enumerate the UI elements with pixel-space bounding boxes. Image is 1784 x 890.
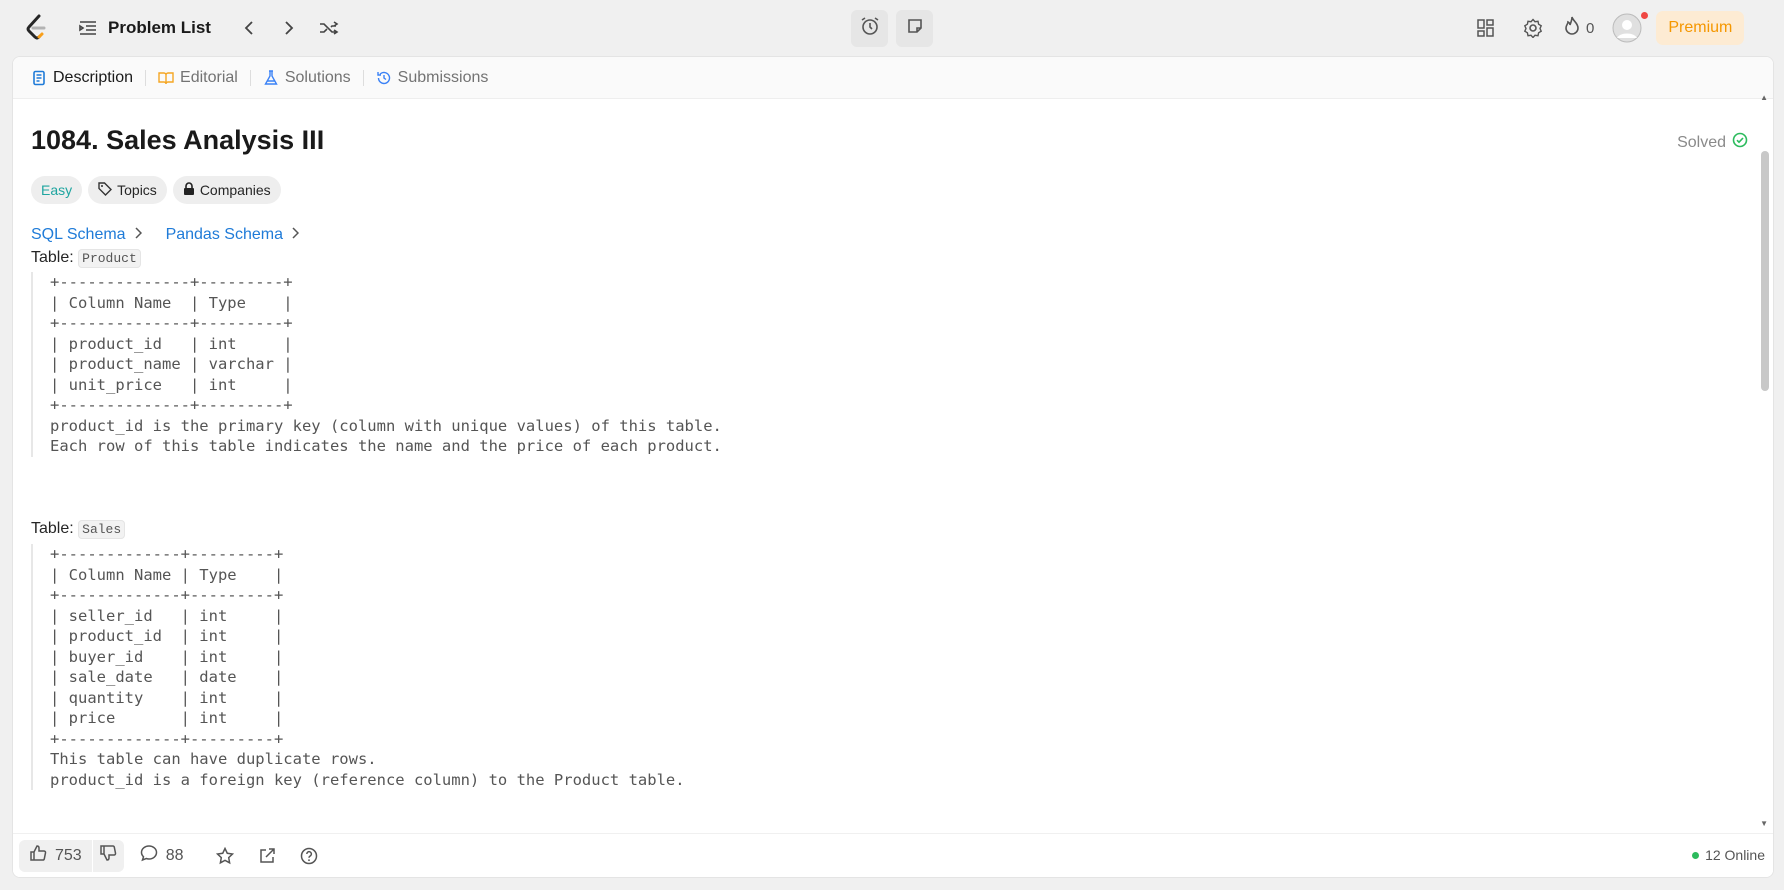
chevron-right-icon [134,226,142,244]
table-product-label: Table: Product [31,249,141,268]
tab-divider [145,69,147,86]
scroll-up-arrow[interactable]: ▲ [1760,93,1768,102]
problem-content: 1084. Sales Analysis III Solved Easy Top… [13,100,1758,835]
problem-list-link[interactable]: Problem List [108,18,211,38]
companies-label: Companies [199,182,271,198]
problem-title: 1084. Sales Analysis III [31,125,325,155]
streak-count: 0 [1586,19,1595,37]
alarm-clock-icon [860,16,880,41]
description-panel: Description Editorial Solutions Submissi… [12,56,1774,878]
tab-solutions-label: Solutions [284,68,351,86]
sql-schema-link[interactable]: SQL Schema [31,226,142,244]
chevron-right-icon [291,226,300,244]
streak-counter[interactable]: 0 [1564,16,1594,40]
notification-dot [1641,12,1649,19]
check-circle-icon [1732,132,1748,153]
dislike-button[interactable] [91,839,124,872]
top-navbar: Problem List 0 Premium [0,0,1784,56]
like-button[interactable]: 753 [19,840,92,872]
tab-editorial[interactable]: Editorial [154,69,242,87]
sales-table-schema: +-------------+---------+ | Column Name … [31,544,685,790]
timer-button[interactable] [851,10,888,47]
online-indicator: 12 Online [1692,847,1765,863]
pandas-schema-label: Pandas Schema [165,226,283,243]
solved-status: Solved [1677,132,1748,153]
tab-submissions[interactable]: Submissions [372,69,493,87]
tag-icon [98,181,117,199]
avatar[interactable] [1612,12,1649,43]
flask-icon [263,69,279,86]
tab-divider [249,69,251,86]
shuffle-icon[interactable] [313,13,345,43]
table-sales-label: Table: Sales [31,520,126,539]
history-icon [376,70,392,86]
table-prefix: Table: [31,520,74,537]
book-icon [158,70,174,86]
panel-footer: 753 88 12 Online [13,833,1773,877]
help-icon[interactable] [294,841,324,871]
note-icon [906,17,924,40]
tab-editorial-label: Editorial [180,68,238,86]
thumbs-down-icon [99,844,117,867]
thumbs-up-icon [29,844,47,867]
solved-label: Solved [1677,133,1726,151]
online-dot [1692,851,1700,859]
leetcode-logo-icon[interactable] [24,14,50,42]
table-sales-name: Sales [78,520,126,539]
topics-button[interactable]: Topics [88,176,167,204]
tab-divider [362,69,364,86]
problem-tags: Easy Topics Companies [31,176,281,204]
schema-links: SQL Schema Pandas Schema [31,226,300,244]
scroll-down-arrow[interactable]: ▼ [1760,819,1768,828]
prev-problem-button[interactable] [233,13,265,43]
share-icon[interactable] [252,841,282,871]
problem-list-icon[interactable] [78,18,98,38]
table-product-name: Product [78,249,141,268]
tab-description-label: Description [53,68,134,86]
like-count: 753 [55,846,82,864]
product-table-schema: +--------------+---------+ | Column Name… [31,272,722,457]
difficulty-badge: Easy [31,176,83,204]
tab-description[interactable]: Description [27,69,137,87]
panel-tab-bar: Description Editorial Solutions Submissi… [13,57,1773,99]
next-problem-button[interactable] [273,13,305,43]
comment-icon [140,844,158,867]
layout-grid-icon[interactable] [1470,12,1502,44]
comment-count: 88 [165,846,184,864]
topics-label: Topics [117,182,157,198]
companies-button[interactable]: Companies [172,176,281,204]
tab-submissions-label: Submissions [397,68,489,86]
scrollbar-thumb[interactable] [1761,151,1769,391]
settings-gear-icon[interactable] [1517,12,1549,44]
sql-schema-label: SQL Schema [31,226,126,243]
fire-icon [1564,16,1580,40]
lock-icon [183,181,200,199]
description-icon [31,70,47,86]
comments-button[interactable]: 88 [140,844,184,867]
pandas-schema-link[interactable]: Pandas Schema [165,226,300,244]
premium-button[interactable]: Premium [1656,11,1745,45]
tab-solutions[interactable]: Solutions [259,69,355,87]
star-icon[interactable] [210,841,240,871]
online-count: 12 Online [1705,847,1765,863]
notes-button[interactable] [896,10,933,47]
table-prefix: Table: [31,249,74,266]
vote-box: 753 [19,839,124,872]
